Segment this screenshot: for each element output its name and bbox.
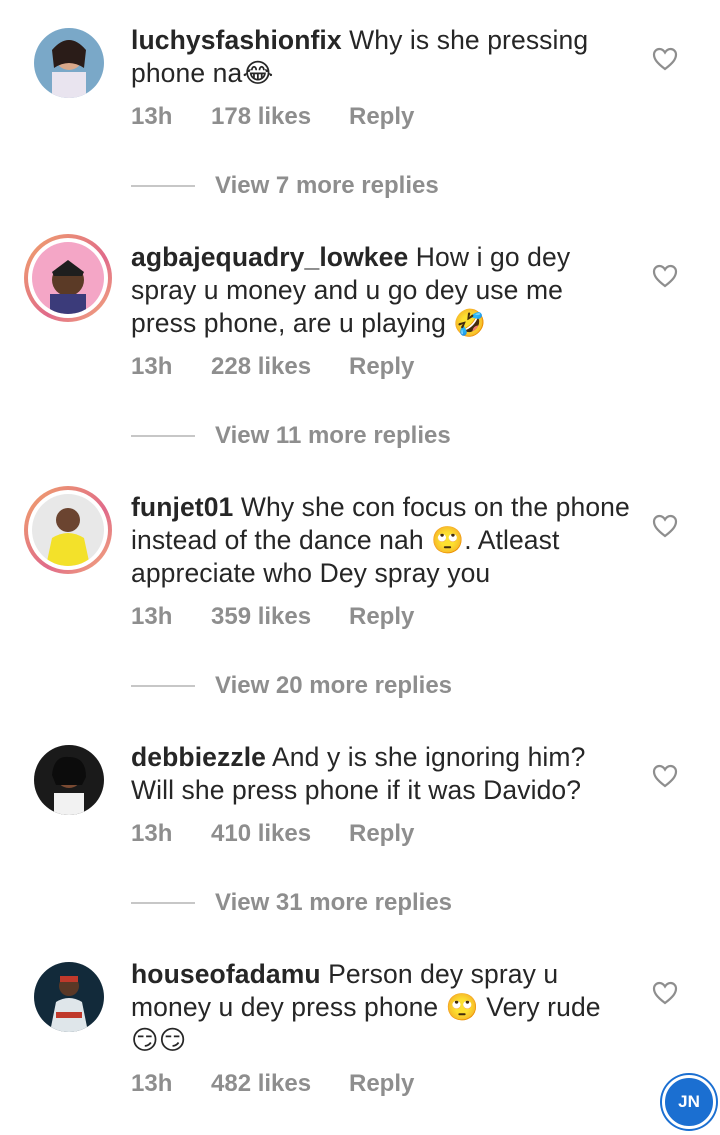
comment-text: debbiezzle And y is she ignoring him? Wi…: [131, 741, 631, 807]
reply-button[interactable]: Reply: [349, 603, 414, 631]
timestamp: 13h: [131, 103, 173, 130]
emoji: 😏: [131, 1025, 159, 1055]
view-replies-button[interactable]: View 31 more replies: [131, 889, 452, 917]
divider-line: [131, 685, 195, 687]
reply-button[interactable]: Reply: [349, 353, 414, 381]
reply-button[interactable]: Reply: [349, 820, 414, 848]
username[interactable]: debbiezzle: [131, 742, 266, 772]
emoji: 🙄: [431, 525, 465, 555]
likes-count[interactable]: 228 likes: [211, 353, 349, 381]
comment-text: houseofadamu Person dey spray u money u …: [131, 958, 631, 1057]
timestamp: 13h: [131, 603, 173, 630]
view-replies-label: View 31 more replies: [215, 889, 453, 916]
username[interactable]: luchysfashionfix: [131, 25, 342, 55]
username[interactable]: funjet01: [131, 492, 233, 522]
timestamp: 13h: [131, 353, 173, 380]
like-heart-icon[interactable]: [652, 764, 678, 788]
comment-text: funjet01 Why she con focus on the phone …: [131, 491, 631, 590]
reply-button[interactable]: Reply: [349, 103, 414, 131]
timestamp: 13h: [131, 820, 173, 847]
username[interactable]: agbajequadry_lowkee: [131, 242, 408, 272]
divider-line: [131, 185, 195, 187]
avatar[interactable]: [34, 745, 104, 815]
avatar[interactable]: [24, 234, 112, 322]
view-replies-button[interactable]: View 7 more replies: [131, 172, 439, 200]
view-replies-button[interactable]: View 11 more replies: [131, 422, 451, 450]
avatar[interactable]: [24, 486, 112, 574]
comment-meta: 13h 359 likes Reply: [131, 603, 414, 631]
comment-text: agbajequadry_lowkee How i go dey spray u…: [131, 241, 631, 340]
emoji: 🙄: [445, 992, 479, 1022]
comment-body-cont: Very rude: [486, 992, 601, 1022]
comment-meta: 13h 178 likes Reply: [131, 103, 414, 131]
emoji: 😂: [242, 58, 274, 88]
like-heart-icon[interactable]: [652, 47, 678, 71]
likes-count[interactable]: 359 likes: [211, 603, 349, 631]
emoji: 🤣: [453, 308, 487, 338]
likes-count[interactable]: 482 likes: [211, 1070, 349, 1098]
view-replies-label: View 20 more replies: [215, 672, 453, 699]
likes-count[interactable]: 178 likes: [211, 103, 349, 131]
view-replies-label: View 11 more replies: [215, 422, 451, 449]
avatar[interactable]: [34, 28, 104, 98]
reply-button[interactable]: Reply: [349, 1070, 414, 1098]
emoji: 😏: [158, 1025, 187, 1055]
like-heart-icon[interactable]: [652, 264, 678, 288]
view-replies-label: View 7 more replies: [215, 172, 439, 199]
comment-meta: 13h 410 likes Reply: [131, 820, 414, 848]
avatar[interactable]: [34, 962, 104, 1032]
timestamp: 13h: [131, 1070, 173, 1097]
username[interactable]: houseofadamu: [131, 959, 321, 989]
like-heart-icon[interactable]: [652, 981, 678, 1005]
view-replies-button[interactable]: View 20 more replies: [131, 672, 452, 700]
comment-meta: 13h 228 likes Reply: [131, 353, 414, 381]
divider-line: [131, 902, 195, 904]
comment-text: luchysfashionfix Why is she pressing pho…: [131, 24, 631, 90]
watermark-logo: JN: [662, 1075, 716, 1129]
divider-line: [131, 435, 195, 437]
likes-count[interactable]: 410 likes: [211, 820, 349, 848]
like-heart-icon[interactable]: [652, 514, 678, 538]
comment-meta: 13h 482 likes Reply: [131, 1070, 414, 1098]
